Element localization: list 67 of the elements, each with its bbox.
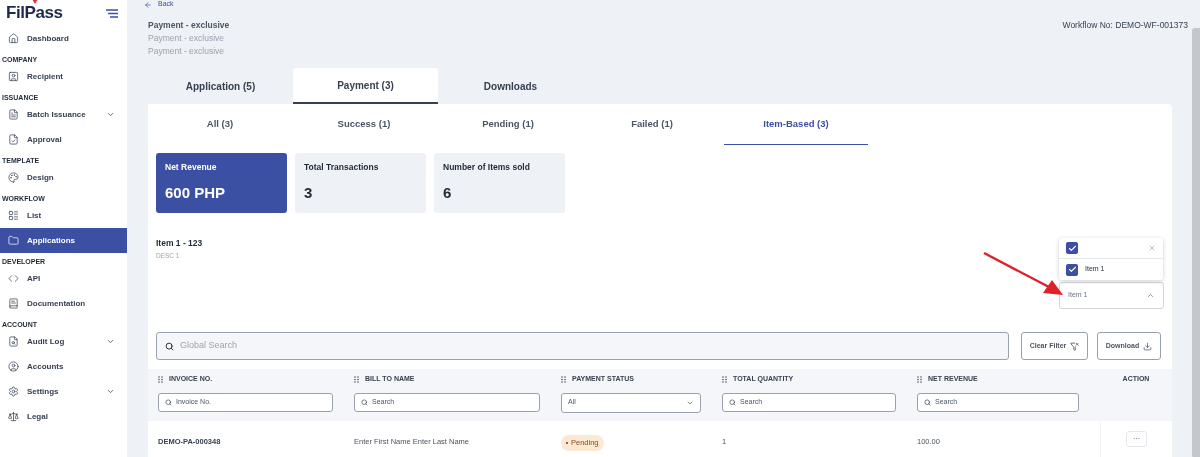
workflow-number: Workflow No: DEMO-WF-001373	[1062, 19, 1188, 32]
sidebar-item[interactable]: List	[0, 203, 127, 228]
chevron-down-icon[interactable]	[106, 337, 115, 346]
filter-off-icon	[1070, 341, 1080, 351]
house-icon	[8, 33, 19, 44]
tab[interactable]: Payment (3)	[293, 68, 438, 104]
sidebar-item[interactable]: Batch Issuance	[0, 102, 127, 127]
subtab[interactable]: Item-Based (3)	[724, 104, 868, 145]
subtab[interactable]: Failed (1)	[580, 104, 724, 145]
sidebar-item[interactable]: Documentation	[0, 291, 127, 316]
menu-icon[interactable]	[106, 8, 118, 18]
sidebar-item[interactable]: Accounts	[0, 354, 127, 379]
sidebar-item[interactable]: Audit Log	[0, 329, 127, 354]
sidebar-item[interactable]: Dashboard	[0, 26, 127, 51]
stat-label: Number of Items sold	[443, 161, 531, 174]
tab[interactable]: Application (5)	[148, 68, 293, 104]
stat-label: Total Transactions	[304, 161, 380, 174]
document-search-icon	[8, 336, 19, 347]
drag-handle-icon[interactable]	[561, 375, 566, 383]
drag-handle-icon[interactable]	[722, 375, 727, 383]
page-subtitle: Payment - exclusive	[148, 45, 226, 58]
sidebar-item[interactable]: API	[0, 266, 127, 291]
subtab[interactable]: All (3)	[148, 104, 292, 145]
palette-icon	[8, 172, 19, 183]
code-icon	[8, 273, 19, 284]
search-icon	[729, 398, 736, 406]
user-circle-icon	[8, 361, 19, 372]
folder-icon	[8, 235, 19, 246]
search-icon	[924, 398, 931, 406]
page-title: Payment - exclusive	[148, 19, 230, 32]
document-icon	[8, 109, 19, 120]
sidebar-item[interactable]: Applications	[0, 228, 127, 253]
sidebar-item[interactable]: Recipient	[0, 64, 127, 89]
search-icon	[361, 398, 368, 406]
page-subtitle: Payment - exclusive	[148, 32, 226, 45]
sidebar-item[interactable]: Settings	[0, 379, 127, 404]
checkbox[interactable]	[1066, 263, 1078, 276]
drag-handle-icon[interactable]	[158, 375, 163, 383]
document-check-icon	[8, 134, 19, 145]
stat-value: 3	[304, 182, 314, 203]
item-title: Item 1 - 123	[156, 237, 203, 250]
stat-label: Net Revenue	[165, 161, 218, 174]
checkbox[interactable]	[1066, 242, 1078, 254]
download-icon	[1143, 341, 1153, 351]
scrollbar[interactable]	[1192, 28, 1200, 457]
stat-value: 600 PHP	[165, 182, 227, 203]
drag-handle-icon[interactable]	[354, 375, 359, 383]
subtab[interactable]: Success (1)	[292, 104, 436, 145]
sidebar-item[interactable]: Approval	[0, 127, 127, 152]
search-icon	[165, 398, 172, 406]
chevron-up-icon	[1146, 291, 1155, 300]
chevron-down-icon[interactable]	[106, 110, 115, 119]
tab[interactable]: Downloads	[438, 68, 583, 104]
search-icon	[165, 341, 174, 351]
stat-value: 6	[443, 182, 453, 203]
sidebar-item[interactable]: Design	[0, 165, 127, 190]
settings-icon	[8, 386, 19, 397]
arrow-left-icon	[144, 0, 152, 9]
drag-handle-icon[interactable]	[917, 375, 922, 383]
subtab[interactable]: Pending (1)	[436, 104, 580, 145]
list-icon	[8, 210, 19, 221]
book-icon	[8, 298, 19, 309]
sidebar-item[interactable]: Legal	[0, 404, 127, 429]
logo: FilPass	[6, 0, 63, 26]
chevron-down-icon[interactable]	[106, 387, 115, 396]
scale-icon	[8, 411, 19, 422]
person-card-icon	[8, 71, 19, 82]
